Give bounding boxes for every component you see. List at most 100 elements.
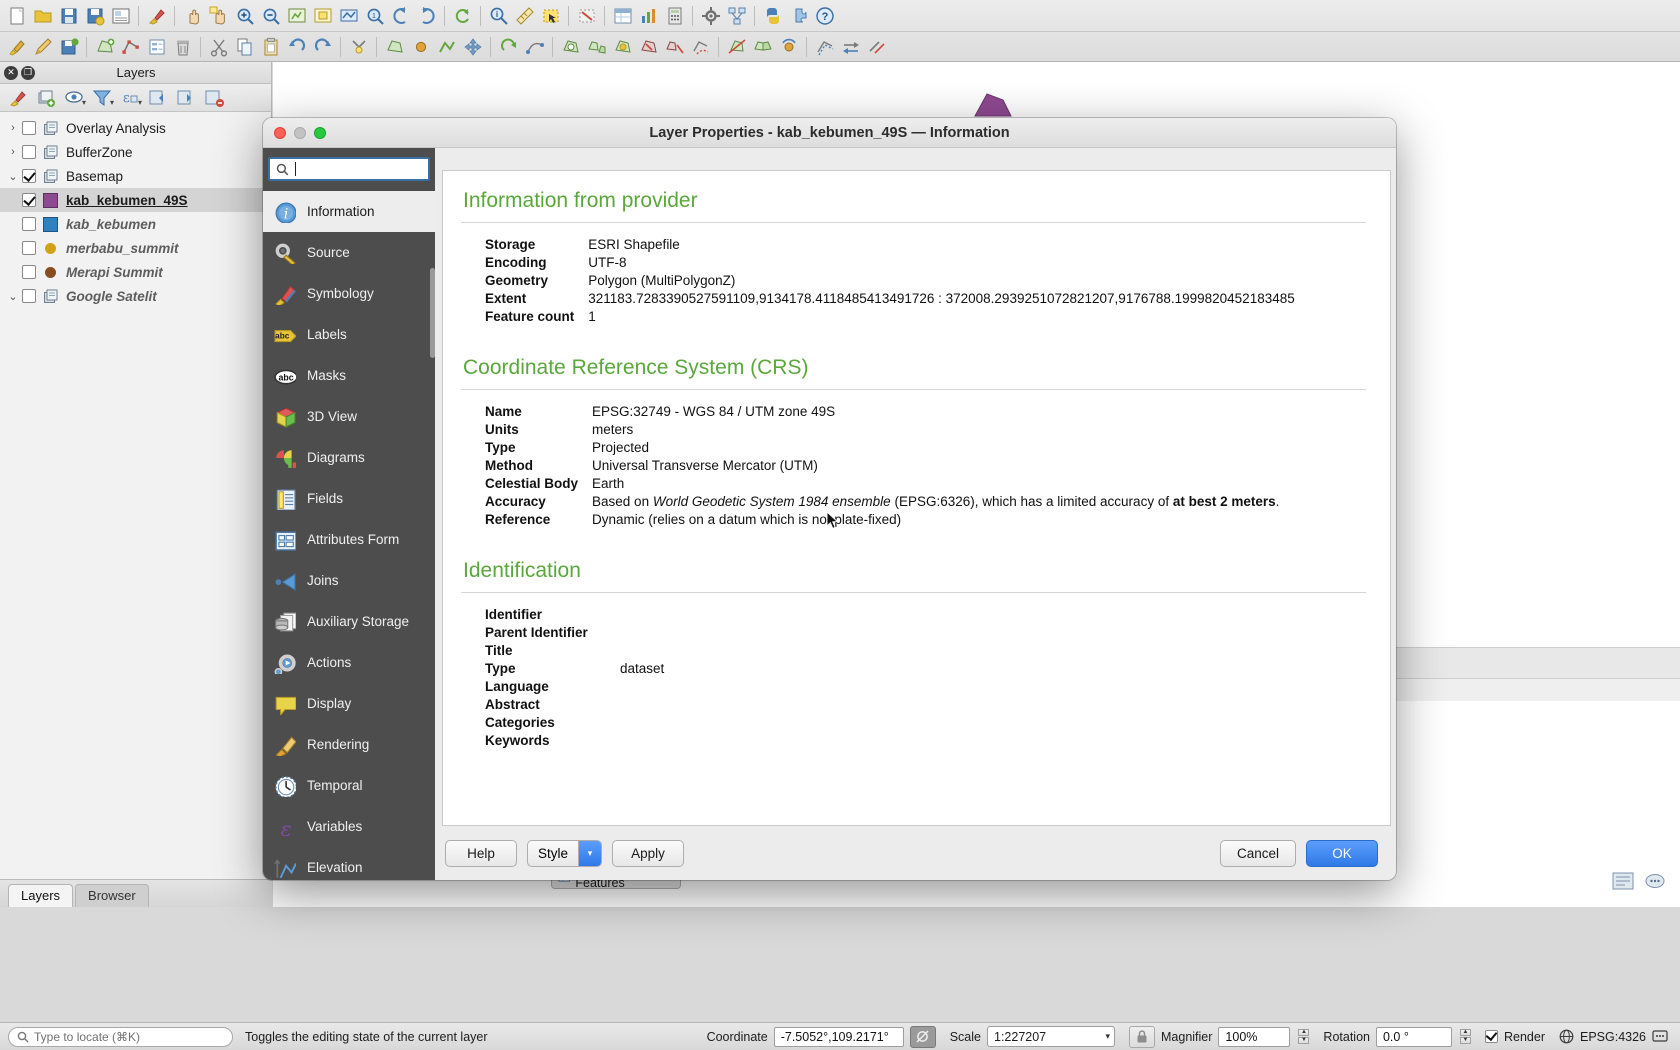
save-project-as-icon[interactable] [82,3,107,28]
layer-visibility-checkbox[interactable] [22,169,36,183]
layer-tree[interactable]: › Overlay Analysis › BufferZone ⌄ Basemap k… [0,112,271,308]
redo-icon[interactable] [310,35,335,60]
expression-filter-icon[interactable]: ε ▾ [118,87,142,109]
zoom-selection-icon[interactable] [310,3,335,28]
layer-group-row[interactable]: ⌄ Google Satelit [0,284,271,308]
rotation-stepper[interactable]: ▲ ▼ [1459,1029,1471,1044]
layer-visibility-checkbox[interactable] [22,289,36,303]
open-project-icon[interactable] [30,3,55,28]
copy-features-icon[interactable] [232,35,257,60]
information-scroll-area[interactable]: Information from provider Storage ESRI Sh… [442,170,1391,826]
open-attribute-table-icon[interactable] [610,3,635,28]
split-features-icon[interactable] [724,35,749,60]
sidebar-item-diagrams[interactable]: Diagrams [263,437,435,478]
zoom-full-icon[interactable] [284,3,309,28]
close-panel-icon[interactable]: ✕ [4,65,18,80]
crs-group[interactable]: EPSG:4326 [1559,1029,1668,1044]
vertex-tool-icon[interactable] [118,35,143,60]
chevron-down-icon[interactable]: ▾ [138,98,142,107]
collapse-twisty-icon[interactable]: ⌄ [4,290,22,303]
rotate-symbols-icon[interactable] [776,35,801,60]
modify-attributes-icon[interactable] [144,35,169,60]
simplify-icon[interactable] [522,35,547,60]
style-manager-icon[interactable] [144,3,169,28]
python-console-icon[interactable] [760,3,785,28]
collapse-twisty-icon[interactable]: ⌄ [4,170,22,183]
reverse-line-icon[interactable] [838,35,863,60]
zoom-out-icon[interactable] [258,3,283,28]
delete-part-icon[interactable] [662,35,687,60]
sidebar-item-3d-view[interactable]: 3D View [263,396,435,437]
save-layer-edits-icon[interactable] [56,35,81,60]
render-group[interactable]: Render [1484,1030,1545,1044]
sidebar-item-source[interactable]: Source [263,232,435,273]
delete-selected-icon[interactable] [170,35,195,60]
add-line-icon[interactable] [434,35,459,60]
collapse-all-icon[interactable] [174,87,198,109]
locator-search-input[interactable]: Type to locate (⌘K) [8,1026,233,1047]
sidebar-item-temporal[interactable]: Temporal [263,765,435,806]
apply-button[interactable]: Apply [612,839,685,867]
cut-features-icon[interactable] [206,35,231,60]
sidebar-item-actions[interactable]: Actions [263,642,435,683]
layer-row[interactable]: kab_kebumen [0,212,271,236]
manage-map-themes-icon[interactable]: ▾ [62,87,86,109]
fill-ring-icon[interactable] [610,35,635,60]
undo-icon[interactable] [284,35,309,60]
zoom-last-icon[interactable] [388,3,413,28]
layer-group-row[interactable]: ⌄ Basemap [0,164,271,188]
merge-features-icon[interactable] [750,35,775,60]
deselect-icon[interactable] [574,3,599,28]
paste-features-icon[interactable] [258,35,283,60]
lock-scale-icon[interactable] [1129,1025,1155,1048]
layer-visibility-checkbox[interactable] [22,145,36,159]
help-icon[interactable]: ? [812,3,837,28]
select-features-icon[interactable] [538,3,563,28]
layer-group-row[interactable]: › Overlay Analysis [0,116,271,140]
sidebar-item-rendering[interactable]: Rendering [263,724,435,765]
scale-combo[interactable]: 1:227207 ▾ [987,1026,1115,1047]
move-feature-icon[interactable] [460,35,485,60]
open-layer-styling-panel-icon[interactable] [6,87,30,109]
add-ring-icon[interactable] [558,35,583,60]
layer-visibility-checkbox[interactable] [22,193,36,207]
add-feature-icon[interactable] [92,35,117,60]
sidebar-item-information[interactable]: i Information [263,191,435,232]
layer-visibility-checkbox[interactable] [22,121,36,135]
sidebar-item-variables[interactable]: ε Variables [263,806,435,847]
rotate-feature-icon[interactable] [496,35,521,60]
zoom-layer-icon[interactable] [336,3,361,28]
ok-button[interactable]: OK [1306,839,1378,867]
chevron-down-icon[interactable]: ▾ [110,98,114,107]
measure-line-icon[interactable] [512,3,537,28]
layer-visibility-checkbox[interactable] [22,265,36,279]
undock-panel-icon[interactable]: ❐ [21,65,35,80]
coordinate-input[interactable]: -7.5052°,109.2171° [773,1026,904,1047]
reshape-icon[interactable] [688,35,713,60]
sidebar-item-labels[interactable]: abc Labels [263,314,435,355]
new-print-layout-icon[interactable] [108,3,133,28]
dialog-titlebar[interactable]: Layer Properties - kab_kebumen_49S — Inf… [263,118,1396,148]
pan-map-icon[interactable] [180,3,205,28]
sidebar-item-joins[interactable]: Joins [263,560,435,601]
rotation-input[interactable]: 0.0 ° [1375,1026,1452,1047]
zoom-native-icon[interactable]: 1 [362,3,387,28]
panel-tab-layers[interactable]: Layers [8,884,74,907]
pan-selection-icon[interactable] [206,3,231,28]
add-part-icon[interactable] [584,35,609,60]
toggle-extents-icon[interactable] [909,1025,936,1048]
sidebar-scrollbar[interactable] [430,268,435,358]
sidebar-item-fields[interactable]: Fields [263,478,435,519]
layer-group-row[interactable]: › BufferZone [0,140,271,164]
refresh-icon[interactable] [450,3,475,28]
chevron-down-icon[interactable]: ▾ [578,840,602,866]
delete-ring-icon[interactable] [636,35,661,60]
current-edits-icon[interactable] [4,35,29,60]
style-button[interactable]: Style ▾ [527,839,603,867]
messages-log-icon[interactable] [1612,872,1634,893]
snapping-icon[interactable] [346,35,371,60]
magnifier-input[interactable]: 100% [1218,1026,1291,1047]
layer-row[interactable]: merbabu_summit [0,236,271,260]
trim-extend-icon[interactable] [864,35,889,60]
add-point-icon[interactable] [408,35,433,60]
